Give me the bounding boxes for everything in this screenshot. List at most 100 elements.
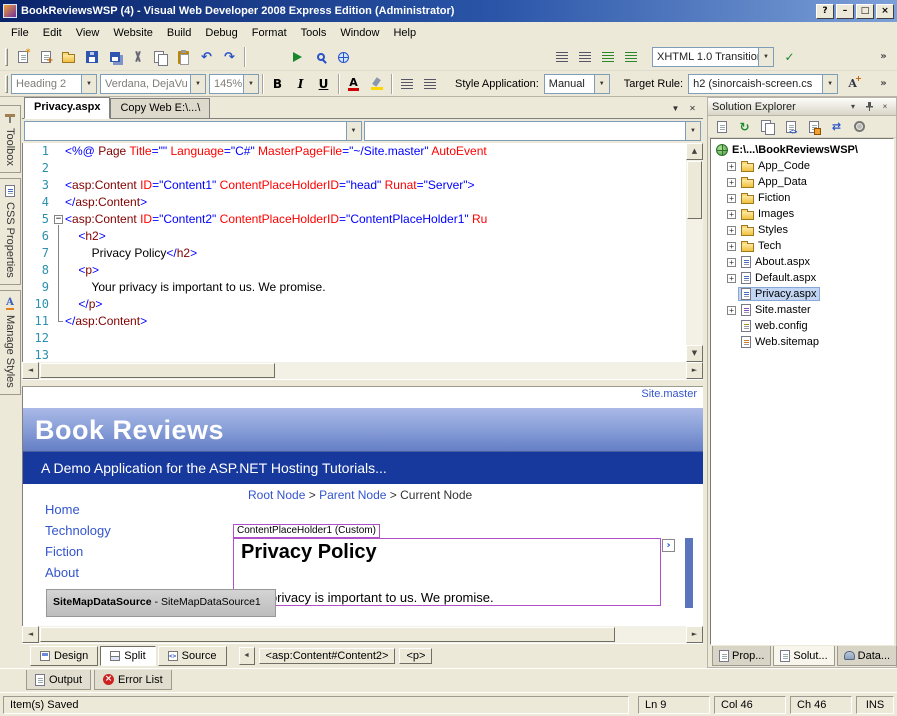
tag-navigator-item[interactable]: <asp:Content#Content2>	[259, 648, 396, 664]
redo-icon[interactable]: ↷	[218, 46, 241, 68]
code-line[interactable]: 1<%@ Page Title="" Language="C#" MasterP…	[23, 143, 686, 160]
open-file-icon[interactable]	[57, 46, 80, 68]
expand-toggle-icon[interactable]: +	[727, 306, 736, 315]
expand-toggle-icon[interactable]: +	[727, 258, 736, 267]
find-icon[interactable]	[309, 46, 332, 68]
expand-toggle-icon[interactable]: +	[727, 162, 736, 171]
tree-item-web-config[interactable]: web.config	[711, 318, 893, 334]
cut-icon[interactable]	[126, 46, 149, 68]
document-tab-privacy-aspx[interactable]: Privacy.aspx	[24, 97, 110, 119]
dropdown-arrow-icon[interactable]: ▼	[81, 75, 96, 93]
refresh-icon[interactable]: ↻	[733, 116, 756, 138]
code-line[interactable]: 6 <h2>	[23, 228, 686, 245]
start-debugging-icon[interactable]	[286, 46, 309, 68]
nav-link-home[interactable]: Home	[45, 502, 111, 523]
toolbar-options-icon[interactable]: »	[872, 73, 895, 95]
block-style-combo[interactable]: Heading 2 ▼	[11, 74, 97, 94]
new-web-site-icon[interactable]	[11, 46, 34, 68]
expand-toggle-icon[interactable]: +	[727, 178, 736, 187]
scroll-right-button[interactable]: ►	[686, 362, 703, 379]
split-view-button[interactable]: Split	[100, 646, 155, 666]
expand-toggle-icon[interactable]: +	[727, 226, 736, 235]
menu-window[interactable]: Window	[333, 24, 386, 42]
tree-item-default-aspx[interactable]: +Default.aspx	[711, 270, 893, 286]
event-dropdown[interactable]: ▼	[364, 121, 702, 141]
decrease-indent-icon[interactable]	[550, 46, 573, 68]
code-line[interactable]: 12	[23, 330, 686, 347]
dropdown-arrow-icon[interactable]: ▼	[346, 122, 361, 140]
panel-tab-prop[interactable]: Prop...	[712, 646, 771, 666]
menu-view[interactable]: View	[69, 24, 107, 42]
document-tab-copy-web-e[interactable]: Copy Web E:\...\	[110, 98, 210, 118]
new-style-icon[interactable]: A	[841, 73, 864, 95]
bottom-tab-output[interactable]: Output	[26, 670, 91, 690]
nav-link-fiction[interactable]: Fiction	[45, 544, 111, 565]
menu-website[interactable]: Website	[106, 24, 160, 42]
view-designer-icon[interactable]	[802, 116, 825, 138]
menu-build[interactable]: Build	[160, 24, 198, 42]
split-view-divider[interactable]	[22, 379, 703, 387]
side-tab-toolbox[interactable]: Toolbox	[0, 105, 21, 173]
toolbar-grip[interactable]	[5, 48, 8, 66]
dropdown-arrow-icon[interactable]: ▼	[685, 122, 700, 140]
underline-icon[interactable]: U	[312, 73, 335, 95]
copy-icon[interactable]	[149, 46, 172, 68]
design-surface[interactable]: Book Reviews A Demo Application for the …	[22, 403, 703, 626]
code-line[interactable]: 8 <p>	[23, 262, 686, 279]
menu-tools[interactable]: Tools	[294, 24, 334, 42]
scroll-left-button[interactable]: ◄	[22, 626, 39, 643]
menu-format[interactable]: Format	[245, 24, 294, 42]
tab-list-dropdown-icon[interactable]: ▼	[668, 101, 683, 115]
breadcrumb-parent-node[interactable]: Parent Node	[319, 488, 386, 502]
side-tab-css-properties[interactable]: CSS Properties	[0, 178, 21, 285]
minimize-button[interactable]: –	[836, 4, 854, 19]
tree-item-privacy-aspx[interactable]: Privacy.aspx	[711, 286, 893, 302]
scrollbar-thumb[interactable]	[40, 363, 275, 378]
add-new-item-icon[interactable]	[34, 46, 57, 68]
code-line[interactable]: 5−<asp:Content ID="Content2" ContentPlac…	[23, 211, 686, 228]
dropdown-arrow-icon[interactable]: ▼	[822, 75, 837, 93]
tree-item-web-sitemap[interactable]: Web.sitemap	[711, 334, 893, 350]
tag-navigator-item[interactable]: <p>	[399, 648, 432, 664]
scroll-up-button[interactable]: ▲	[686, 143, 703, 160]
tree-item-about-aspx[interactable]: +About.aspx	[711, 254, 893, 270]
properties-icon[interactable]	[710, 116, 733, 138]
aspnet-configuration-icon[interactable]	[848, 116, 871, 138]
source-view-button[interactable]: Source	[158, 646, 227, 666]
window-menu-icon[interactable]: ▾	[846, 100, 860, 113]
expand-toggle-icon[interactable]: +	[727, 210, 736, 219]
nav-link-technology[interactable]: Technology	[45, 523, 111, 544]
expand-toggle-icon[interactable]: +	[727, 274, 736, 283]
target-rule-combo[interactable]: h2 (sinorcaish-screen.cs ▼	[688, 74, 838, 94]
code-line[interactable]: 10 </p>	[23, 296, 686, 313]
editor-vertical-scrollbar[interactable]: ▲ ▼	[686, 143, 703, 362]
smart-tag-arrow[interactable]: ›	[662, 539, 675, 552]
panel-title-bar[interactable]: Solution Explorer ▾ ×	[708, 98, 896, 116]
tree-item-site-master[interactable]: +Site.master	[711, 302, 893, 318]
maximize-button[interactable]: □	[856, 4, 874, 19]
nest-related-files-icon[interactable]	[756, 116, 779, 138]
auto-hide-pin-icon[interactable]	[862, 100, 876, 113]
tree-item-root[interactable]: E:\...\BookReviewsWSP\	[711, 142, 893, 158]
code-line[interactable]: 7 Privacy Policy</h2>	[23, 245, 686, 262]
help-button[interactable]: ?	[816, 4, 834, 19]
view-in-browser-icon[interactable]	[332, 46, 355, 68]
scroll-right-button[interactable]: ►	[686, 626, 703, 643]
bottom-tab-error-list[interactable]: Error List	[94, 670, 172, 690]
scrollbar-thumb[interactable]	[40, 627, 615, 642]
font-size-combo[interactable]: 145% ▼	[209, 74, 259, 94]
scrollbar-thumb[interactable]	[687, 161, 702, 219]
side-tab-manage-styles[interactable]: AManage Styles	[0, 290, 21, 395]
collapse-toggle-icon[interactable]: −	[54, 215, 63, 224]
code-line[interactable]: 2	[23, 160, 686, 177]
source-editor[interactable]: 1<%@ Page Title="" Language="C#" MasterP…	[22, 143, 703, 362]
bullet-list-icon[interactable]	[418, 73, 441, 95]
fold-margin[interactable]: −	[53, 211, 65, 228]
dropdown-arrow-icon[interactable]: ▼	[758, 48, 773, 66]
comment-out-icon[interactable]	[596, 46, 619, 68]
page-paragraph[interactable]: Your privacy is important to us. We prom…	[240, 590, 494, 605]
tree-item-fiction[interactable]: +Fiction	[711, 190, 893, 206]
code-line[interactable]: 13	[23, 347, 686, 362]
object-dropdown[interactable]: ▼	[24, 121, 362, 141]
code-line[interactable]: 9 Your privacy is important to us. We pr…	[23, 279, 686, 296]
